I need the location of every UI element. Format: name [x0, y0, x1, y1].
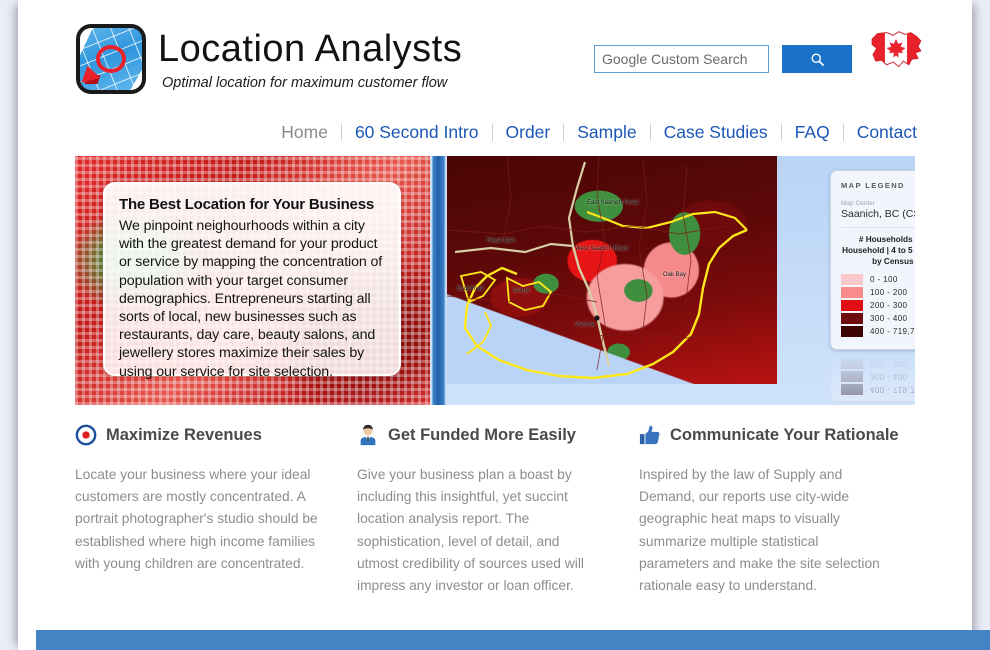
legend-swatch: [841, 384, 863, 395]
nav-item-case-studies[interactable]: Case Studies: [651, 122, 781, 143]
map-legend-panel: MAP LEGEND Map Center Saanich, BC (CSD) …: [830, 170, 915, 350]
feature-title: Maximize Revenues: [106, 425, 262, 444]
legend-swatch: [841, 274, 863, 285]
feature-title: Communicate Your Rationale: [670, 425, 899, 444]
brand-name: Location Analysts: [158, 28, 463, 70]
map-label: Gorge: [513, 288, 530, 294]
legend-swatch: [841, 300, 863, 311]
feature-body: Inspired by the law of Supply and Demand…: [639, 467, 880, 594]
legend-title: MAP LEGEND: [841, 181, 905, 190]
map-label: Royal Oak: [487, 238, 516, 244]
site-header: Location Analysts Optimal location for m…: [18, 0, 972, 110]
legend-class-label: 0 - 100: [870, 275, 898, 284]
main-navigation: Home 60 Second Intro Order Sample Case S…: [18, 114, 972, 150]
legend-class-row-reflected: 400 - 719,712: [841, 384, 915, 395]
legend-swatch: [841, 358, 863, 369]
legend-class-list: 0 - 100 100 - 200 200 - 300 300 - 400 40…: [841, 274, 915, 337]
feature-get-funded: Get Funded More Easily Give your busines…: [357, 424, 639, 597]
legend-caption: # Households by Size of Household | 4 to…: [842, 235, 915, 266]
map-label: West Saanich Road: [575, 246, 628, 252]
legend-class-label: 300 - 400: [870, 372, 908, 381]
footer-bar: [36, 630, 990, 650]
legend-class-row: 0 - 100: [841, 274, 915, 285]
legend-class-row-reflected: 300 - 400: [841, 371, 915, 382]
hero-heading: The Best Location for Your Business: [119, 196, 374, 213]
legend-class-row: 300 - 400: [841, 313, 915, 324]
nav-item-60-second-intro[interactable]: 60 Second Intro: [342, 122, 492, 143]
legend-swatch: [841, 313, 863, 324]
page-sheet: Location Analysts Optimal location for m…: [18, 0, 990, 650]
canada-map-flag-icon: [871, 31, 922, 68]
legend-map-center-value: Saanich, BC (CSD): [841, 208, 915, 220]
hero-banner: The Best Location for Your Business We p…: [75, 156, 915, 405]
legend-class-label: 200 - 300: [870, 301, 908, 310]
nav-item-faq[interactable]: FAQ: [782, 122, 843, 143]
legend-class-label: 400 - 719,712: [870, 385, 915, 394]
nav-item-home[interactable]: Home: [268, 122, 341, 143]
legend-swatch: [841, 326, 863, 337]
search-input[interactable]: [594, 45, 769, 73]
feature-body: Give your business plan a boast by inclu…: [357, 467, 584, 594]
search-icon: [811, 53, 824, 66]
feature-body: Locate your business where your ideal cu…: [75, 467, 318, 571]
nav-item-order[interactable]: Order: [493, 122, 564, 143]
feature-columns: Maximize Revenues Locate your business w…: [75, 424, 921, 597]
browser-viewport: Location Analysts Optimal location for m…: [0, 0, 990, 650]
map-label: East Saanich Road: [587, 200, 639, 206]
thumbs-up-icon: [639, 425, 660, 445]
target-bullseye-icon: [75, 424, 97, 446]
map-pin-magnifier-icon: [76, 24, 146, 94]
brand-tagline: Optimal location for maximum customer fl…: [162, 75, 448, 91]
site-logo[interactable]: Location Analysts Optimal location for m…: [76, 24, 462, 94]
legend-swatch: [841, 287, 863, 298]
hero-message-card: The Best Location for Your Business We p…: [103, 182, 401, 380]
map-label: Oak Bay: [663, 272, 687, 278]
legend-class-row: 100 - 200: [841, 287, 915, 298]
nav-item-sample[interactable]: Sample: [564, 122, 649, 143]
legend-class-label: 200 - 300: [870, 359, 908, 368]
feature-title: Get Funded More Easily: [388, 425, 576, 444]
legend-class-label: 300 - 400: [870, 314, 908, 323]
legend-swatch: [841, 371, 863, 382]
map-label: Victoria: [575, 322, 595, 328]
legend-class-row-reflected: 200 - 300: [841, 358, 915, 369]
map-boundary-overlay: [447, 156, 748, 380]
legend-class-label: 100 - 200: [870, 288, 908, 297]
legend-map-center-label: Map Center: [841, 200, 875, 207]
businessman-icon: [360, 424, 376, 446]
feature-maximize-revenues: Maximize Revenues Locate your business w…: [75, 424, 357, 597]
legend-class-row: 400 - 719,712: [841, 326, 915, 337]
search-form[interactable]: [594, 45, 852, 73]
search-button[interactable]: [782, 45, 852, 73]
hero-map-panel: East Saanich Road Royal Oak West Saanich…: [447, 156, 915, 405]
legend-divider: [841, 227, 915, 228]
legend-class-row: 200 - 300: [841, 300, 915, 311]
hero-paragraph: We pinpoint neighourhoods within a city …: [119, 218, 383, 380]
feature-communicate-rationale: Communicate Your Rationale Inspired by t…: [639, 424, 921, 597]
hero-divider: [430, 156, 447, 405]
legend-class-label: 400 - 719,712: [870, 327, 915, 336]
nav-item-contact[interactable]: Contact: [844, 122, 930, 143]
map-label: Esquimalt: [457, 286, 484, 292]
legend-reflection: 400 - 719,712 300 - 400 200 - 300: [830, 352, 915, 402]
